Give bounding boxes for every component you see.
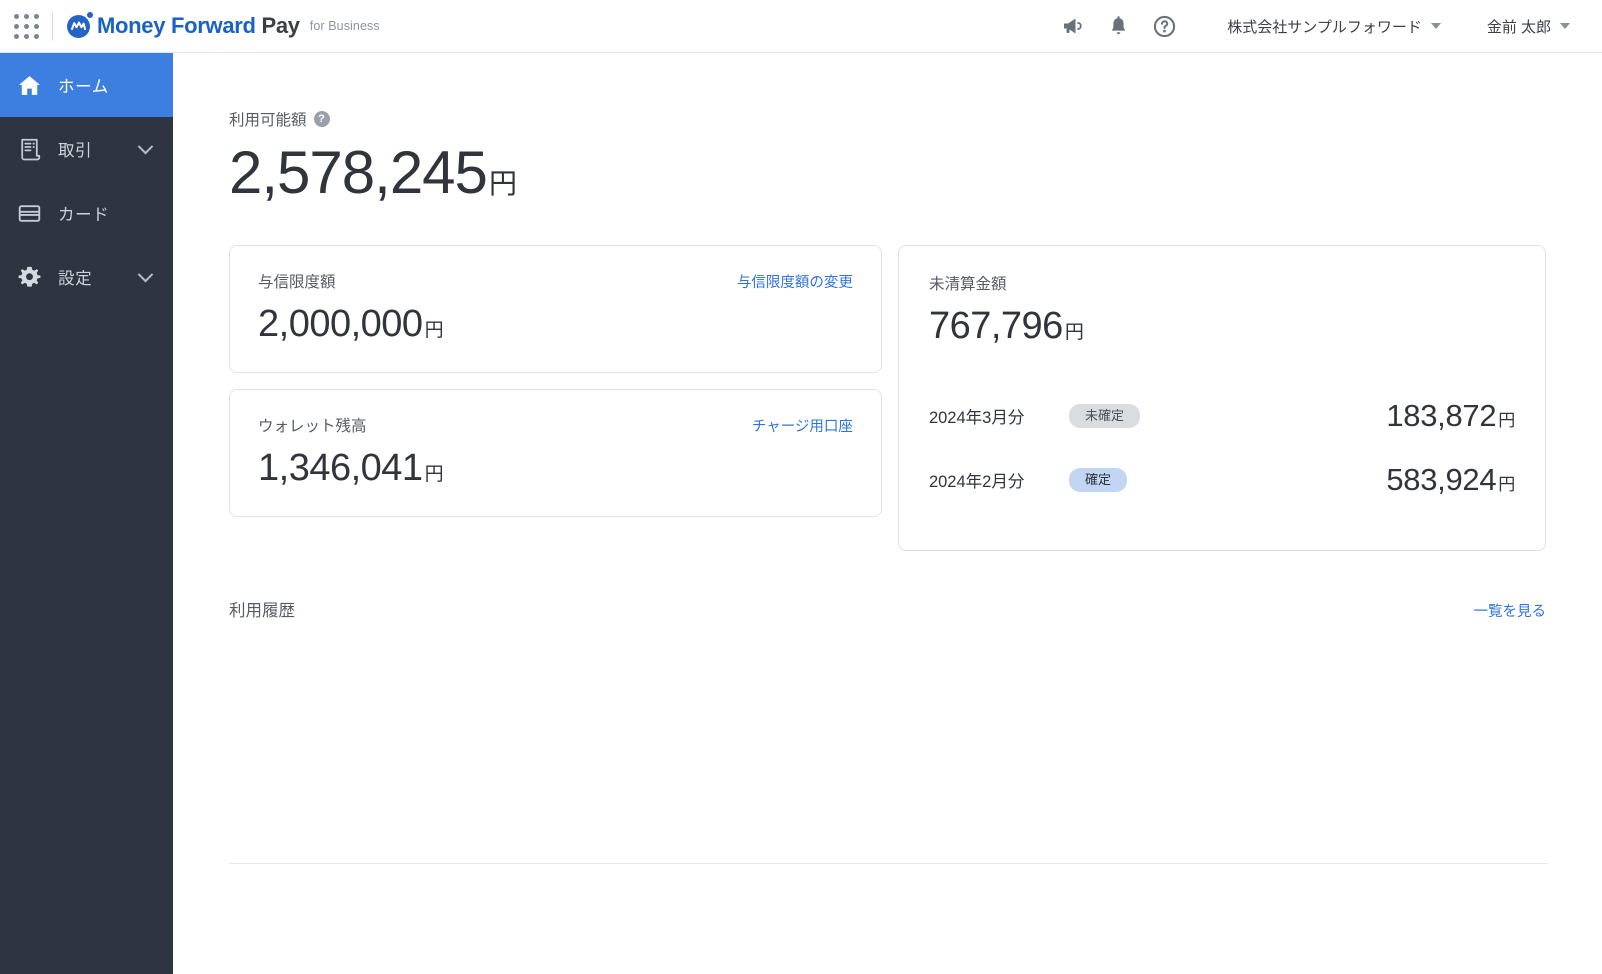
sidebar-item-label: 取引	[58, 142, 93, 160]
sidebar-item-label: カード	[58, 206, 110, 224]
unsettled-amount: 767,796 円	[928, 305, 1515, 348]
unsettled-amount-card: 未清算金額 767,796 円 2024年3月分 未確定 183,872 円 202…	[897, 245, 1546, 551]
wallet-card-header: ウォレット残高 チャージ用口座	[258, 414, 853, 436]
brand-subtitle: for Business	[309, 19, 380, 33]
sidebar-item-card[interactable]: カード	[0, 181, 173, 245]
settlement-amount-currency: 円	[1498, 410, 1515, 430]
usage-history-chart	[229, 637, 1548, 897]
sidebar-item-transactions[interactable]: 取引	[0, 117, 173, 181]
home-icon	[16, 72, 42, 98]
usage-history-header: 利用履歴 一覧を見る	[229, 597, 1546, 621]
change-credit-limit-link[interactable]: 与信限度額の変更	[737, 271, 853, 292]
main-content: 利用可能額 ? 2,578,245円 与信限度額 与信限度額の変更 2,000,…	[173, 53, 1602, 974]
available-amount-value: 2,578,245円	[229, 143, 1546, 203]
unsettled-rows: 2024年3月分 未確定 183,872 円 2024年2月分 確定 583,92…	[929, 384, 1515, 512]
question-mark-icon[interactable]: ?	[313, 111, 330, 127]
credit-limit-card: 与信限度額 与信限度額の変更 2,000,000 円	[229, 245, 882, 373]
megaphone-icon[interactable]	[1049, 3, 1095, 49]
sidebar-item-settings[interactable]: 設定	[0, 245, 173, 309]
settlement-period: 2024年3月分	[928, 408, 1025, 427]
brand-name-pay: Pay	[261, 13, 301, 38]
money-forward-mark-icon	[67, 11, 93, 38]
available-amount-number: 2,578,245	[229, 139, 488, 206]
chevron-down-icon	[137, 138, 154, 154]
settlement-amount: 583,924 円	[1386, 462, 1515, 498]
sidebar-item-label: 設定	[58, 270, 93, 288]
right-card-column: 未清算金額 767,796 円 2024年3月分 未確定 183,872 円 202…	[897, 245, 1546, 551]
grid-dots-icon	[13, 13, 39, 39]
credit-limit-card-header: 与信限度額 与信限度額の変更	[258, 270, 853, 292]
brand-logo[interactable]: Money Forward Pay for Business	[67, 11, 380, 39]
topbar-divider	[52, 11, 53, 41]
settlement-amount: 183,872 円	[1386, 398, 1515, 434]
bell-icon[interactable]	[1095, 3, 1141, 49]
available-amount-label-row: 利用可能額 ?	[229, 108, 1546, 130]
unsettled-currency: 円	[1064, 322, 1084, 343]
table-row[interactable]: 2024年2月分 確定 583,924 円	[929, 448, 1515, 512]
brand-wordmark: Money Forward Pay	[97, 13, 300, 39]
settlement-amount-number: 183,872	[1386, 397, 1497, 433]
unsettled-number: 767,796	[928, 305, 1063, 347]
settlement-period: 2024年2月分	[928, 472, 1025, 491]
brand-accent-dot	[87, 11, 93, 18]
view-list-link[interactable]: 一覧を見る	[1474, 600, 1547, 621]
chevron-down-icon	[137, 266, 154, 282]
help-icon[interactable]	[1141, 3, 1187, 49]
chevron-down-icon	[1430, 23, 1441, 29]
credit-limit-currency: 円	[424, 320, 444, 341]
chart-bars	[229, 637, 1548, 863]
topbar-actions: 株式会社サンプルフォワード 金前 太郎	[1049, 3, 1602, 49]
settlement-amount-currency: 円	[1498, 474, 1515, 494]
user-menu[interactable]: 金前 太郎	[1481, 16, 1576, 37]
wallet-balance-title: ウォレット残高	[258, 417, 367, 435]
gear-icon	[16, 264, 42, 290]
credit-limit-number: 2,000,000	[258, 303, 423, 345]
summary-cards: 与信限度額 与信限度額の変更 2,000,000 円 ウォレット残高 チャージ用口…	[229, 245, 1546, 551]
credit-card-icon	[16, 200, 42, 226]
sidebar: ホーム 取引 カード 設定	[0, 53, 173, 974]
top-bar: Money Forward Pay for Business 株式会社サンプルフ…	[0, 0, 1602, 53]
wallet-balance-number: 1,346,041	[258, 446, 423, 489]
unsettled-card-header: 未清算金額	[929, 272, 1515, 294]
unsettled-title: 未清算金額	[928, 276, 1007, 293]
app-grid-button[interactable]	[0, 0, 52, 53]
user-name: 金前 太郎	[1486, 18, 1551, 36]
wallet-balance-amount: 1,346,041 円	[258, 446, 853, 490]
table-row[interactable]: 2024年3月分 未確定 183,872 円	[929, 384, 1515, 448]
wallet-balance-currency: 円	[424, 463, 444, 485]
wallet-balance-card: ウォレット残高 チャージ用口座 1,346,041 円	[229, 388, 882, 517]
available-amount-label: 利用可能額	[229, 112, 307, 129]
sidebar-item-label: ホーム	[58, 78, 109, 96]
company-switcher[interactable]: 株式会社サンプルフォワード	[1221, 16, 1447, 37]
status-badge: 確定	[1068, 468, 1127, 492]
brand-name-money-forward: Money Forward	[97, 13, 262, 38]
receipt-icon	[16, 136, 42, 162]
available-amount-currency: 円	[488, 168, 517, 199]
left-card-column: 与信限度額 与信限度額の変更 2,000,000 円 ウォレット残高 チャージ用口…	[229, 245, 882, 551]
credit-limit-amount: 2,000,000 円	[258, 303, 853, 346]
status-badge: 未確定	[1068, 404, 1140, 428]
credit-limit-title: 与信限度額	[258, 274, 336, 291]
chevron-down-icon	[1560, 23, 1570, 29]
charge-account-link[interactable]: チャージ用口座	[752, 415, 853, 436]
chart-baseline	[229, 863, 1548, 864]
company-name: 株式会社サンプルフォワード	[1227, 18, 1422, 36]
sidebar-item-home[interactable]: ホーム	[0, 53, 173, 117]
settlement-amount-number: 583,924	[1386, 461, 1497, 497]
usage-history-title: 利用履歴	[229, 602, 295, 620]
